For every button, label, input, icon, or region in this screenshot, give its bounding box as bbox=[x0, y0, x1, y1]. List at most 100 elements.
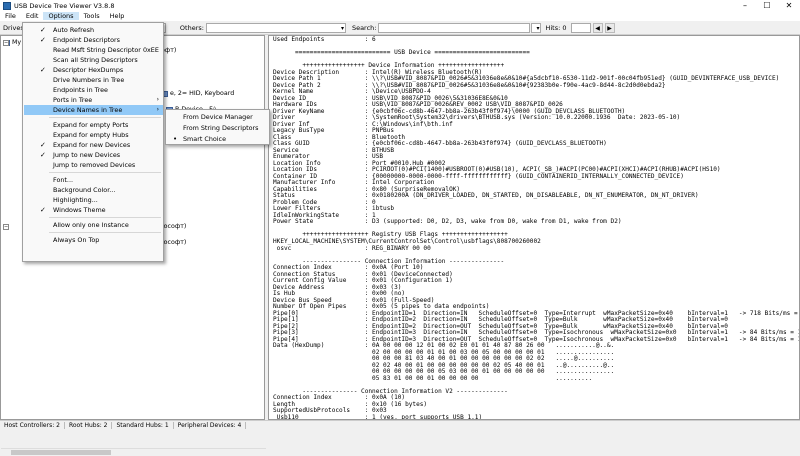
device-info-text: Used Endpoints : 6 =====================… bbox=[273, 36, 799, 419]
menu-item-highlighting[interactable]: Highlighting... bbox=[24, 195, 163, 205]
menu-separator bbox=[49, 172, 161, 173]
checkmark-icon: ✓ bbox=[40, 36, 46, 44]
submenu-item-label: Smart Choice bbox=[183, 135, 227, 143]
menu-bar: File Edit Options Tools Help bbox=[0, 11, 800, 21]
menu-item-endpoint-descriptors[interactable]: ✓ Endpoint Descriptors bbox=[24, 35, 163, 45]
checkmark-icon: ✓ bbox=[40, 151, 46, 159]
menu-item-label: Scan all String Descriptors bbox=[53, 56, 138, 64]
checkmark-icon: ✓ bbox=[40, 66, 46, 74]
menu-item-label: Windows Theme bbox=[53, 206, 106, 214]
menu-item-drive-numbers-in-tree[interactable]: Drive Numbers in Tree bbox=[24, 75, 163, 85]
menu-item-ports-in-tree[interactable]: Ports in Tree › bbox=[24, 95, 163, 105]
search-label: Search: bbox=[351, 23, 377, 32]
menu-item-label: Descriptor HexDumps bbox=[53, 66, 124, 74]
menu-item-label: Jump to new Devices bbox=[53, 151, 121, 159]
checkmark-icon: ✓ bbox=[40, 206, 46, 214]
submenu-arrow-icon: › bbox=[156, 96, 159, 103]
menu-item-label: Endpoint Descriptors bbox=[53, 36, 121, 44]
submenu-item-from-device-manager[interactable]: From Device Manager bbox=[167, 112, 269, 122]
chevron-down-icon: ▾ bbox=[536, 24, 540, 32]
status-root-hubs: Root Hubs: 2 bbox=[65, 422, 113, 429]
menu-separator bbox=[49, 232, 161, 233]
radio-dot-icon: • bbox=[173, 135, 178, 143]
search-input[interactable] bbox=[378, 22, 531, 33]
minimize-button[interactable]: – bbox=[734, 0, 756, 11]
menu-item-label: Ports in Tree bbox=[53, 96, 93, 104]
tree-node[interactable]: e, 2= HID, Keyboard bbox=[161, 90, 234, 97]
submenu-item-smart-choice[interactable]: • Smart Choice bbox=[167, 134, 269, 144]
menu-edit[interactable]: Edit bbox=[21, 12, 44, 20]
tree-expander-icon[interactable]: − bbox=[3, 224, 9, 230]
menu-item-expand-for-empty-ports[interactable]: Expand for empty Ports bbox=[24, 120, 163, 130]
menu-item-auto-refresh[interactable]: ✓ Auto Refresh bbox=[24, 25, 163, 35]
checkmark-icon: ✓ bbox=[40, 141, 46, 149]
window-controls: – ☐ ✕ bbox=[734, 0, 800, 11]
device-info-pane[interactable]: Used Endpoints : 6 =====================… bbox=[268, 35, 800, 420]
menu-item-background-color[interactable]: Background Color... bbox=[24, 185, 163, 195]
close-button[interactable]: ✕ bbox=[778, 0, 800, 11]
device-names-submenu: From Device Manager From String Descripto… bbox=[165, 109, 270, 145]
submenu-item-label: From String Descriptors bbox=[183, 124, 259, 132]
app-icon bbox=[3, 1, 11, 10]
submenu-item-label: From Device Manager bbox=[183, 113, 253, 121]
title-bar: USB Device Tree Viewer V3.8.8 – ☐ ✕ bbox=[0, 0, 800, 11]
menu-item-label: Background Color... bbox=[53, 186, 116, 194]
menu-item-always-on-top[interactable]: Always On Top bbox=[24, 235, 163, 245]
menu-item-expand-for-empty-hubs[interactable]: Expand for empty Hubs bbox=[24, 130, 163, 140]
menu-item-allow-only-one-instance[interactable]: Allow only one Instance bbox=[24, 220, 163, 230]
menu-item-descriptor-hexdumps[interactable]: ✓ Descriptor HexDumps bbox=[24, 65, 163, 75]
menu-item-label: Endpoints in Tree bbox=[53, 86, 108, 94]
menu-options[interactable]: Options bbox=[43, 12, 79, 20]
chevron-down-icon: ▾ bbox=[340, 24, 344, 32]
submenu-arrow-icon: › bbox=[156, 106, 159, 113]
status-standard-hubs: Standard Hubs: 1 bbox=[112, 422, 174, 429]
menu-item-endpoints-in-tree[interactable]: Endpoints in Tree bbox=[24, 85, 163, 95]
menu-item-font[interactable]: Font... bbox=[24, 175, 163, 185]
menu-file[interactable]: File bbox=[0, 12, 21, 20]
menu-item-read-msft-string-descriptor-0xee[interactable]: Read Msft String Descriptor 0xEE bbox=[24, 45, 163, 55]
menu-item-scan-all-string-descriptors[interactable]: Scan all String Descriptors bbox=[24, 55, 163, 65]
menu-item-label: Expand for empty Hubs bbox=[53, 131, 129, 139]
search-prev-button[interactable]: ◀ bbox=[592, 22, 603, 33]
menu-tools[interactable]: Tools bbox=[79, 12, 105, 20]
window-title: USB Device Tree Viewer V3.8.8 bbox=[14, 1, 115, 10]
tree-node-label: e, 2= HID, Keyboard bbox=[170, 90, 235, 97]
status-host-controllers: Host Controllers: 2 bbox=[0, 422, 65, 429]
menu-item-expand-for-new-devices[interactable]: ✓ Expand for new Devices bbox=[24, 140, 163, 150]
menu-separator bbox=[49, 217, 161, 218]
others-label: Others: bbox=[179, 23, 204, 32]
menu-item-label: Auto Refresh bbox=[53, 26, 95, 34]
submenu-item-from-string-descriptors[interactable]: From String Descriptors bbox=[167, 123, 269, 133]
menu-item-jump-to-new-devices[interactable]: ✓ Jump to new Devices bbox=[24, 150, 163, 160]
others-combo[interactable]: ▾ bbox=[205, 22, 346, 33]
tree-horizontal-scrollbar[interactable] bbox=[1, 448, 266, 456]
checkmark-icon: ✓ bbox=[40, 26, 46, 34]
menu-item-device-names-in-tree[interactable]: Device Names in Tree › bbox=[24, 105, 163, 115]
status-peripheral-devices: Peripheral Devices: 4 bbox=[174, 422, 247, 429]
menu-item-label: Read Msft String Descriptor 0xEE bbox=[53, 46, 159, 54]
status-bar: Host Controllers: 2 Root Hubs: 2 Standar… bbox=[0, 420, 800, 430]
menu-item-label: Always On Top bbox=[53, 236, 100, 244]
maximize-button[interactable]: ☐ bbox=[756, 0, 778, 11]
hits-field bbox=[570, 22, 591, 33]
options-menu: ✓ Auto Refresh ✓ Endpoint Descriptors Read M… bbox=[22, 22, 164, 262]
menu-item-label: Expand for new Devices bbox=[53, 141, 131, 149]
scrollbar-thumb[interactable] bbox=[11, 450, 111, 455]
menu-item-label: Expand for empty Ports bbox=[53, 121, 129, 129]
menu-item-label: Drive Numbers in Tree bbox=[53, 76, 125, 84]
menu-item-label: Device Names in Tree bbox=[53, 106, 123, 114]
menu-item-windows-theme[interactable]: ✓ Windows Theme bbox=[24, 205, 163, 215]
menu-item-label: Allow only one Instance bbox=[53, 221, 129, 229]
menu-item-label: Highlighting... bbox=[53, 196, 98, 204]
search-history-dropdown[interactable]: ▾ bbox=[531, 22, 542, 33]
hits-label: Hits: 0 bbox=[545, 23, 567, 32]
usb-tree-viewer-window: USB Device Tree Viewer V3.8.8 – ☐ ✕ File… bbox=[0, 0, 800, 456]
menu-item-jump-to-removed-devices[interactable]: Jump to removed Devices bbox=[24, 160, 163, 170]
search-next-button[interactable]: ▶ bbox=[604, 22, 615, 33]
menu-help[interactable]: Help bbox=[105, 12, 130, 20]
tree-expander-icon[interactable]: − bbox=[3, 40, 9, 46]
menu-separator bbox=[49, 117, 161, 118]
menu-item-label: Font... bbox=[53, 176, 74, 184]
menu-item-label: Jump to removed Devices bbox=[53, 161, 136, 169]
